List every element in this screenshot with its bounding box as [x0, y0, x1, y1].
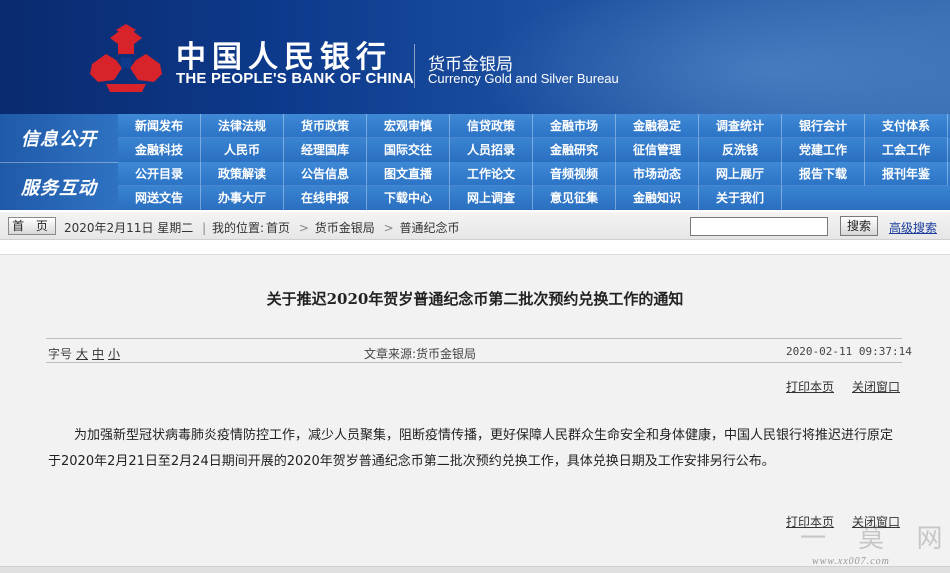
nav-row-4: 网送文告 办事大厅 在线申报 下载中心 网上调查 意见征集 金融知识 关于我们	[0, 186, 950, 210]
nav-item-3-5[interactable]: 工作论文	[450, 162, 533, 186]
nav-item-3-10[interactable]: 报刊年鉴	[865, 162, 948, 186]
search-button[interactable]: 搜索	[840, 216, 878, 236]
article-date: 2020-02-11 09:37:14	[786, 345, 912, 358]
font-size-controls: 字号大中小	[48, 345, 120, 362]
nav-item-1-3[interactable]: 货币政策	[284, 114, 367, 138]
nav-item-3-8[interactable]: 网上展厅	[699, 162, 782, 186]
panel-bottom-border	[0, 566, 950, 573]
article-source: 文章来源:货币金银局	[364, 347, 477, 361]
crumb-divider: |	[202, 221, 207, 235]
nav-item-1-7[interactable]: 金融稳定	[616, 114, 699, 138]
nav-item-4-2[interactable]: 办事大厅	[201, 186, 284, 210]
nav-item-2-9[interactable]: 党建工作	[782, 138, 865, 162]
nav-item-1-6[interactable]: 金融市场	[533, 114, 616, 138]
breadcrumb-bar: 首 页 2020年2月11日 星期二 | 我的位置: 首页 > 货币金银局 > 普…	[0, 212, 950, 240]
print-page-link-top[interactable]: 打印本页	[786, 378, 834, 395]
font-size-large[interactable]: 大	[76, 347, 88, 361]
nav-row-2: 金融科技 人民币 经理国库 国际交往 人员招录 金融研究 征信管理 反洗钱 党建工作 工会工作	[0, 138, 950, 162]
watermark-logo: 一 莫 网	[800, 524, 950, 554]
watermark-url: www.xx007.com	[812, 556, 890, 567]
font-size-medium[interactable]: 中	[92, 347, 104, 361]
advanced-search-link[interactable]: 高级搜索	[889, 219, 937, 236]
location-label: 我的位置:	[211, 221, 265, 235]
nav-item-4-8[interactable]: 关于我们	[699, 186, 782, 210]
nav-row-1: 新闻发布 法律法规 货币政策 宏观审慎 信贷政策 金融市场 金融稳定 调查统计 银行会计 支付体系	[0, 114, 950, 138]
site-header: 中国人民银行 THE PEOPLE'S BANK OF CHINA 货币金银局 …	[0, 0, 950, 114]
font-size-small[interactable]: 小	[108, 347, 120, 361]
nav-item-2-2[interactable]: 人民币	[201, 138, 284, 162]
chevron-right-icon: >	[383, 221, 394, 235]
nav-item-4-1[interactable]: 网送文告	[118, 186, 201, 210]
nav-item-1-8[interactable]: 调查统计	[699, 114, 782, 138]
nav-row-3: 公开目录 政策解读 公告信息 图文直播 工作论文 音频视频 市场动态 网上展厅 报告下载 报刊年鉴	[0, 162, 950, 186]
nav-item-4-5[interactable]: 网上调查	[450, 186, 533, 210]
nav-item-3-9[interactable]: 报告下载	[782, 162, 865, 186]
nav-item-3-6[interactable]: 音频视频	[533, 162, 616, 186]
breadcrumb: 2020年2月11日 星期二 | 我的位置: 首页 > 货币金银局 > 普通纪念币	[64, 219, 462, 236]
breadcrumb-commemorative-coin-link[interactable]: 普通纪念币	[399, 221, 459, 235]
breadcrumb-home-link[interactable]: 首页	[266, 221, 290, 235]
nav-item-4-7[interactable]: 金融知识	[616, 186, 699, 210]
header-divider	[414, 44, 415, 88]
nav-item-1-1[interactable]: 新闻发布	[118, 114, 201, 138]
nav-item-1-2[interactable]: 法律法规	[201, 114, 284, 138]
current-date: 2020年2月11日 星期二	[64, 221, 194, 235]
nav-item-3-7[interactable]: 市场动态	[616, 162, 699, 186]
main-nav: 新闻发布 法律法规 货币政策 宏观审慎 信贷政策 金融市场 金融稳定 调查统计 银行会计 支付体系…	[0, 114, 950, 210]
nav-item-4-6[interactable]: 意见征集	[533, 186, 616, 210]
nav-item-3-4[interactable]: 图文直播	[367, 162, 450, 186]
nav-item-2-6[interactable]: 金融研究	[533, 138, 616, 162]
nav-item-3-2[interactable]: 政策解读	[201, 162, 284, 186]
nav-item-2-10[interactable]: 工会工作	[865, 138, 948, 162]
nav-item-2-1[interactable]: 金融科技	[118, 138, 201, 162]
close-window-link-top[interactable]: 关闭窗口	[852, 378, 900, 395]
bank-name-en: THE PEOPLE'S BANK OF CHINA	[176, 70, 414, 87]
nav-item-1-9[interactable]: 银行会计	[782, 114, 865, 138]
breadcrumb-bureau-link[interactable]: 货币金银局	[315, 221, 375, 235]
nav-item-1-5[interactable]: 信贷政策	[450, 114, 533, 138]
nav-section-info-disclosure: 信息公开	[0, 114, 118, 162]
home-button[interactable]: 首 页	[8, 217, 56, 235]
nav-item-2-7[interactable]: 征信管理	[616, 138, 699, 162]
bureau-name-en: Currency Gold and Silver Bureau	[428, 71, 619, 86]
nav-item-2-8[interactable]: 反洗钱	[699, 138, 782, 162]
article-body: 为加强新型冠状病毒肺炎疫情防控工作，减少人员聚集，阻断疫情传播，更好保障人民群众…	[48, 428, 894, 469]
nav-section-service-interaction: 服务互动	[0, 162, 118, 210]
nav-item-4-3[interactable]: 在线申报	[284, 186, 367, 210]
nav-item-3-1[interactable]: 公开目录	[118, 162, 201, 186]
nav-item-2-4[interactable]: 国际交往	[367, 138, 450, 162]
font-size-label: 字号	[48, 347, 73, 361]
meta-divider-bottom	[46, 362, 902, 363]
search-input[interactable]	[690, 217, 828, 236]
pboc-emblem-icon[interactable]	[88, 24, 164, 94]
chevron-right-icon: >	[298, 221, 309, 235]
meta-divider-top	[46, 338, 902, 339]
nav-item-1-10[interactable]: 支付体系	[865, 114, 948, 138]
nav-item-1-4[interactable]: 宏观审慎	[367, 114, 450, 138]
nav-item-2-5[interactable]: 人员招录	[450, 138, 533, 162]
nav-item-4-4[interactable]: 下载中心	[367, 186, 450, 210]
article-title: 关于推迟2020年贺岁普通纪念币第二批次预约兑换工作的通知	[266, 290, 684, 308]
nav-item-2-3[interactable]: 经理国库	[284, 138, 367, 162]
nav-item-3-3[interactable]: 公告信息	[284, 162, 367, 186]
